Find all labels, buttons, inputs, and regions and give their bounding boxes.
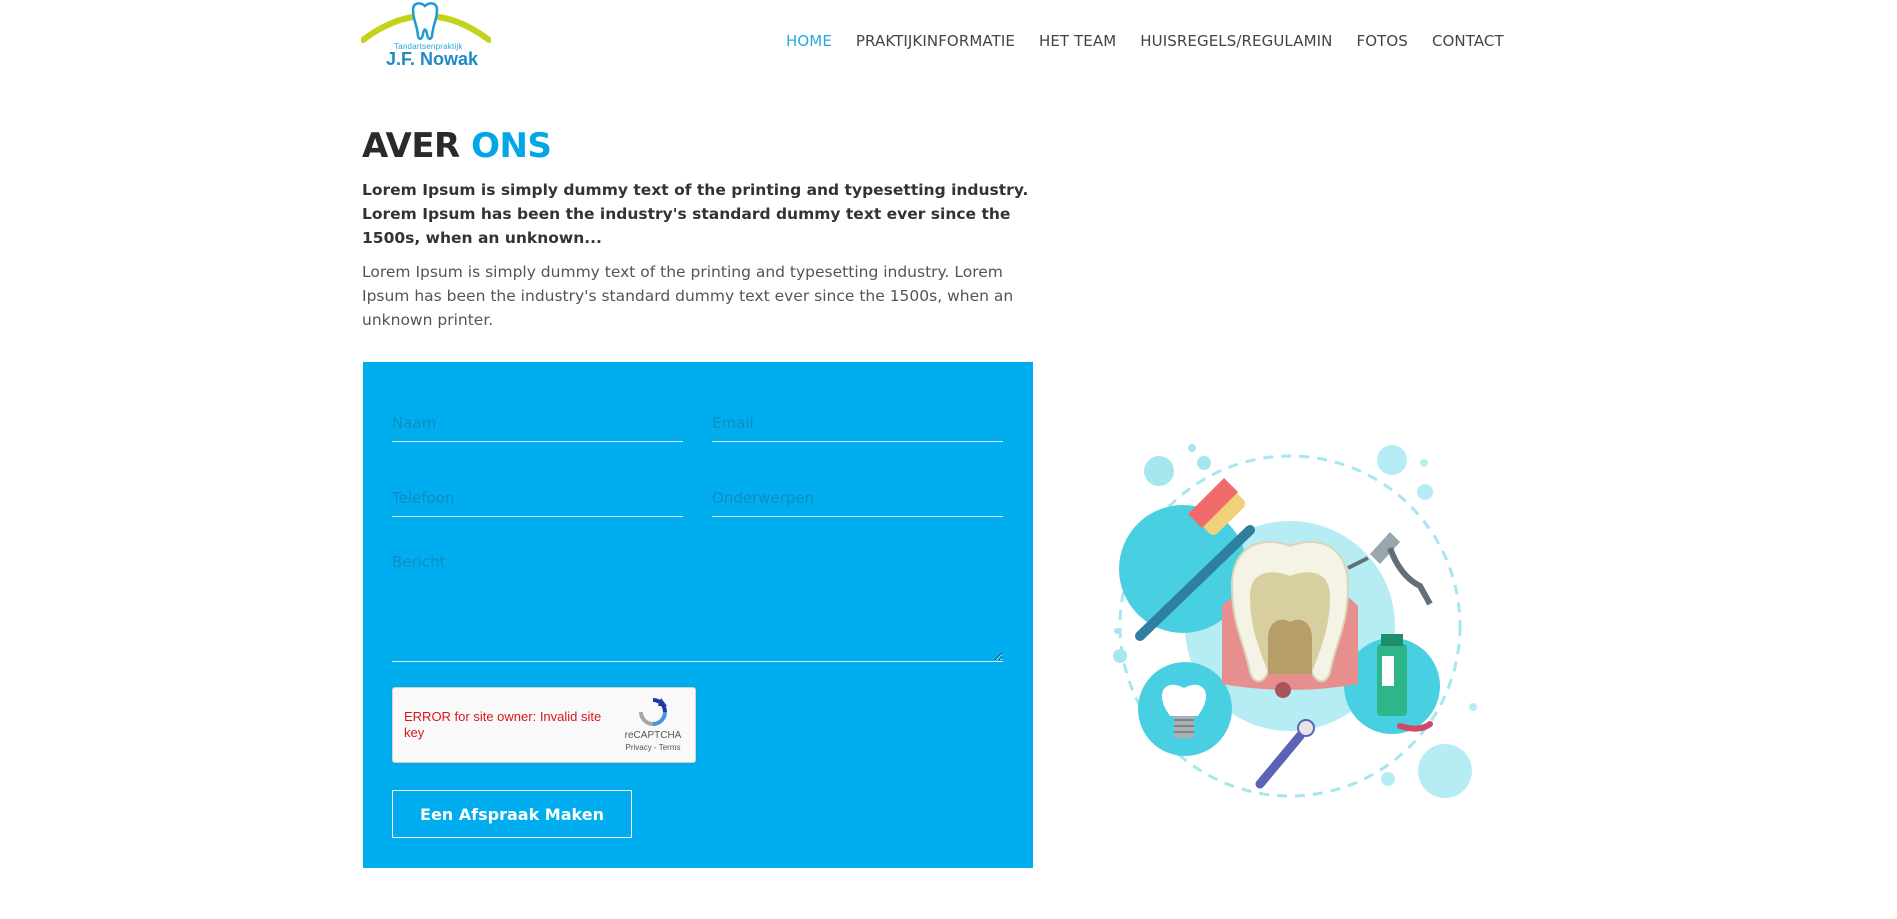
message-field[interactable] [392, 549, 1003, 662]
page-title: AVER ONS [362, 126, 552, 166]
nav-fotos[interactable]: FOTOS [1357, 32, 1408, 50]
captcha-brand: reCAPTCHA [624, 730, 682, 741]
nav-huisregels[interactable]: HUISREGELS/REGULAMIN [1140, 32, 1332, 50]
recaptcha-icon [639, 698, 667, 726]
captcha-links[interactable]: Privacy - Terms [623, 743, 683, 752]
phone-field[interactable] [392, 479, 683, 517]
make-appointment-button[interactable]: Een Afspraak Maken [392, 790, 632, 838]
title-part1: AVER [362, 126, 460, 166]
captcha-error: ERROR for site owner: Invalid site key [404, 709, 602, 740]
title-part2: ONS [471, 126, 552, 166]
nav-home[interactable]: HOME [786, 32, 832, 50]
logo[interactable]: Tandartsenpraktijk J.F. Nowak [361, 0, 491, 72]
email-field[interactable] [712, 404, 1003, 442]
dental-care-illustration [1100, 436, 1490, 826]
main-nav: HOME PRAKTIJKINFORMATIE HET TEAM HUISREG… [786, 32, 1504, 50]
captcha-logo: reCAPTCHA Privacy - Terms [623, 696, 683, 752]
appointment-form: ERROR for site owner: Invalid site key r… [363, 362, 1033, 868]
name-field[interactable] [392, 404, 683, 442]
nav-contact[interactable]: CONTACT [1432, 32, 1504, 50]
intro-text: Lorem Ipsum is simply dummy text of the … [362, 263, 1014, 329]
dental-illustration-icon [1113, 444, 1477, 798]
logo-name: J.F. Nowak [386, 49, 479, 69]
intro-bold-text: Lorem Ipsum is simply dummy text of the … [362, 181, 1029, 247]
nav-praktijkinformatie[interactable]: PRAKTIJKINFORMATIE [856, 32, 1015, 50]
subject-field[interactable] [712, 479, 1003, 517]
recaptcha-widget[interactable]: ERROR for site owner: Invalid site key r… [392, 687, 696, 763]
nav-het-team[interactable]: HET TEAM [1039, 32, 1116, 50]
